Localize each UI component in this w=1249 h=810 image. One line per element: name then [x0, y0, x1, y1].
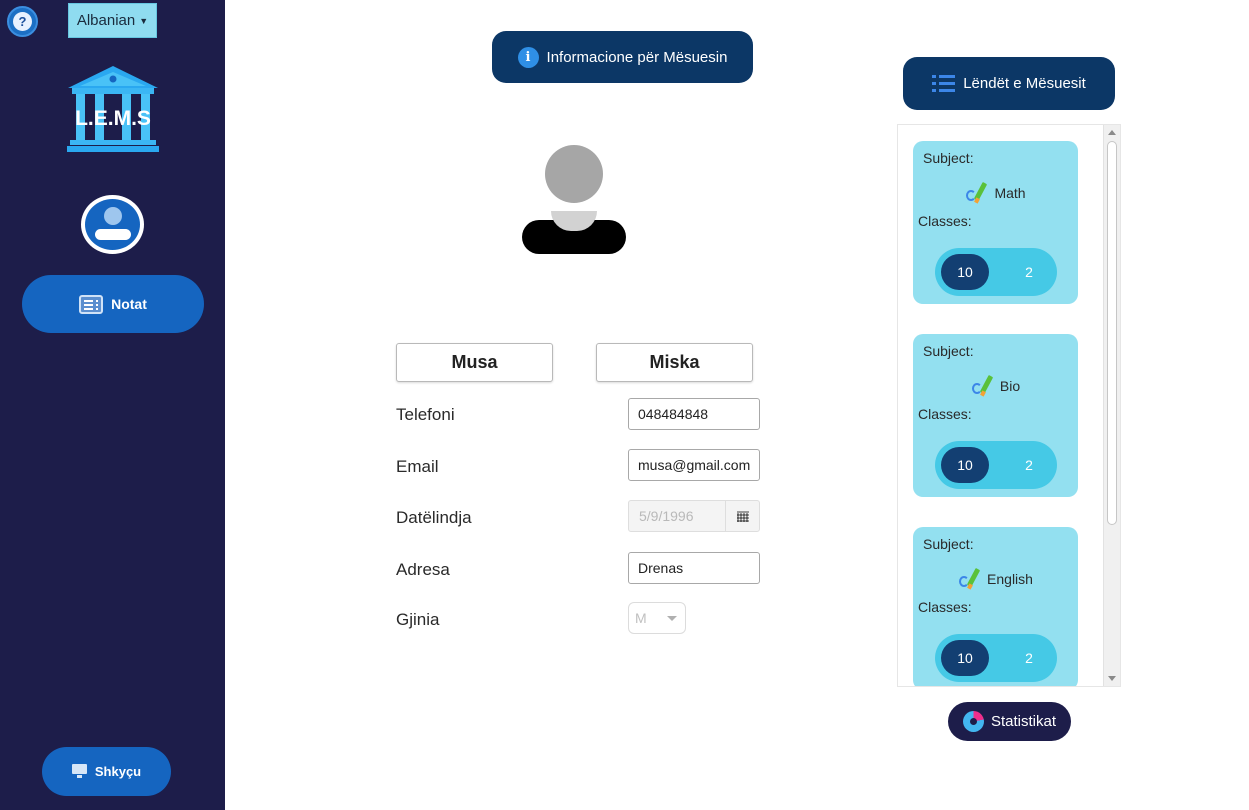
subject-name-row: Math [913, 181, 1078, 205]
class-button[interactable]: 10 [941, 640, 989, 676]
logout-label: Shkyçu [94, 764, 142, 779]
email-field[interactable]: musa@gmail.com [628, 449, 760, 481]
statistics-button[interactable]: Statistikat [948, 702, 1071, 741]
subject-name: Bio [999, 378, 1021, 394]
list-icon [79, 294, 104, 314]
teacher-subjects-title: Lëndët e Mësuesit [963, 75, 1086, 92]
vertical-scrollbar[interactable] [1103, 125, 1120, 686]
list-icon [932, 74, 956, 93]
nav-button-label: Notat [111, 296, 147, 312]
teacher-info-header: i Informacione për Mësuesin [492, 31, 753, 83]
classes-label: Classes: [918, 406, 972, 422]
subject-label: Subject: [923, 150, 974, 166]
phone-field[interactable]: 048484848 [628, 398, 760, 430]
class-button[interactable]: 10 [941, 447, 989, 483]
subject-label: Subject: [923, 536, 974, 552]
last-name-box: Miska [596, 343, 753, 382]
scroll-up-icon[interactable] [1108, 130, 1116, 135]
subject-label: Subject: [923, 343, 974, 359]
pen-icon [958, 567, 984, 591]
caret-down-icon: ▼ [139, 15, 149, 26]
user-icon [85, 199, 140, 250]
gender-value: M [635, 610, 647, 626]
subject-card: Subject: English Classes: 10 2 [913, 527, 1078, 686]
address-label: Adresa [396, 560, 450, 579]
first-name-box: Musa [396, 343, 553, 382]
language-select-value: Albanian [76, 12, 136, 29]
statistics-label: Statistikat [990, 713, 1057, 730]
help-button[interactable]: ? [7, 6, 38, 37]
birthdate-label: Datëlindja [396, 508, 472, 527]
info-icon: i [517, 46, 539, 68]
subject-card: Subject: Math Classes: 10 2 [913, 141, 1078, 304]
user-avatar [81, 195, 144, 254]
classes-label: Classes: [918, 599, 972, 615]
subject-card: Subject: Bio Classes: 10 2 [913, 334, 1078, 497]
birthdate-value: 5/9/1996 [639, 508, 694, 524]
email-label: Email [396, 457, 439, 476]
subject-name-row: Bio [913, 374, 1078, 398]
class-button[interactable]: 2 [1009, 640, 1049, 676]
class-button[interactable]: 2 [1009, 254, 1049, 290]
teacher-info-title: Informacione për Mësuesin [546, 48, 728, 66]
pen-icon [965, 181, 991, 205]
subject-name: English [987, 571, 1033, 587]
teacher-subjects-header: Lëndët e Mësuesit [903, 57, 1115, 110]
lems-logo: L.E.M.S [67, 66, 159, 152]
sidebar: ? Albanian ▼ L.E.M.S Notat Shkyçu [0, 0, 225, 810]
monitor-icon [71, 764, 89, 779]
caret-down-icon [667, 615, 677, 621]
logo-text: L.E.M.S [75, 107, 151, 130]
class-toggle: 10 2 [935, 248, 1057, 296]
pen-icon [971, 374, 997, 398]
gender-label: Gjinia [396, 610, 440, 629]
calendar-button[interactable] [725, 501, 759, 531]
profile-avatar [522, 145, 626, 255]
calendar-icon [736, 510, 749, 522]
subject-name-row: English [913, 567, 1078, 591]
classes-label: Classes: [918, 213, 972, 229]
class-button[interactable]: 10 [941, 254, 989, 290]
logout-button[interactable]: Shkyçu [42, 747, 171, 796]
phone-label: Telefoni [396, 405, 455, 424]
question-mark-icon: ? [13, 12, 32, 31]
address-field[interactable]: Drenas [628, 552, 760, 584]
scroll-down-icon[interactable] [1108, 676, 1116, 681]
class-button[interactable]: 2 [1009, 447, 1049, 483]
pie-chart-icon [962, 711, 984, 732]
subjects-list[interactable]: Subject: Math Classes: 10 2 Subject: Bio… [897, 124, 1121, 687]
language-select[interactable]: Albanian ▼ [68, 3, 157, 38]
subject-name: Math [994, 185, 1026, 201]
nav-button-notat[interactable]: Notat [22, 275, 204, 333]
birthdate-picker[interactable]: 5/9/1996 [628, 500, 760, 532]
gender-select[interactable]: M [628, 602, 686, 634]
class-toggle: 10 2 [935, 441, 1057, 489]
scrollbar-thumb[interactable] [1107, 141, 1117, 525]
class-toggle: 10 2 [935, 634, 1057, 682]
